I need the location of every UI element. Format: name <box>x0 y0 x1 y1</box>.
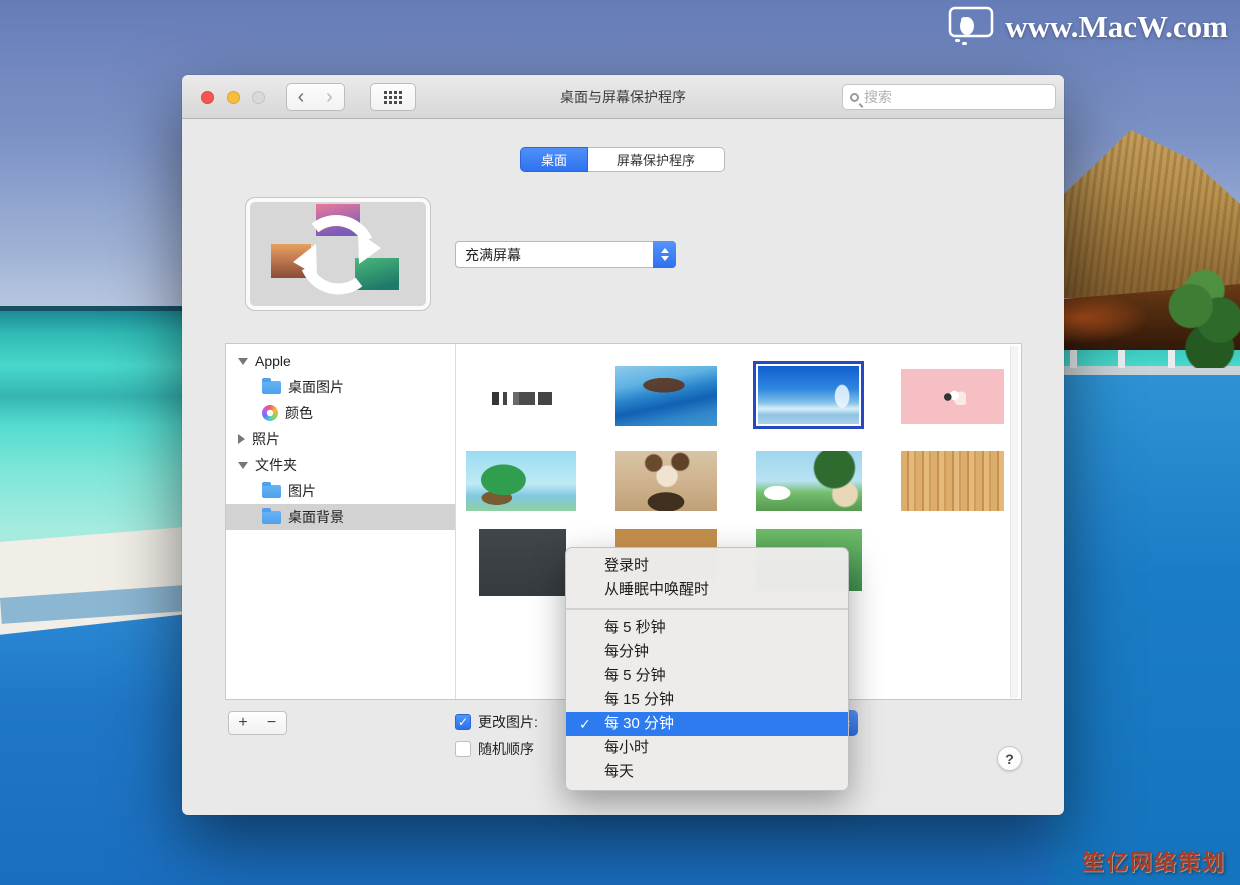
wallpaper-post <box>1118 348 1125 368</box>
sidebar-item-desktop-background[interactable]: 桌面背景 <box>226 504 455 530</box>
macw-logo-icon <box>947 6 995 48</box>
watermark-shengyi: 笙亿网络策划 <box>1082 845 1226 877</box>
sidebar-group-apple[interactable]: Apple <box>226 348 455 374</box>
tab-bar: 桌面 屏幕保护程序 <box>520 147 725 172</box>
forward-button[interactable]: › <box>315 83 345 111</box>
folder-icon <box>262 485 281 498</box>
change-picture-checkbox[interactable]: ✓ <box>455 714 471 730</box>
search-placeholder: 搜索 <box>864 87 892 107</box>
close-button[interactable] <box>201 91 214 104</box>
grid-icon <box>384 91 403 104</box>
remove-folder-button[interactable]: − <box>257 711 287 735</box>
folder-icon <box>262 511 281 524</box>
tab-desktop[interactable]: 桌面 <box>520 147 588 172</box>
thumbnail[interactable] <box>466 451 576 511</box>
tab-screensaver[interactable]: 屏幕保护程序 <box>588 147 725 172</box>
menu-item-1min[interactable]: 每分钟 <box>566 640 848 664</box>
thumbnail-logos <box>492 392 558 405</box>
source-sidebar: Apple 桌面图片 颜色 照片 文件夹 <box>226 344 456 699</box>
search-icon <box>850 93 859 102</box>
thumbnail[interactable] <box>901 451 1004 511</box>
menu-item-hour[interactable]: 每小时 <box>566 736 848 760</box>
change-picture-label: 更改图片: <box>478 712 538 732</box>
change-picture-row: ✓ 更改图片: <box>455 712 538 732</box>
add-folder-button[interactable]: + <box>228 711 258 735</box>
thumbnail[interactable] <box>615 366 717 426</box>
rotating-pictures-icon <box>263 202 413 306</box>
sidebar-item-desktop-pictures[interactable]: 桌面图片 <box>226 374 455 400</box>
watermark-macw: www.MacW.com <box>947 6 1228 48</box>
thumbnail[interactable] <box>756 451 862 511</box>
thumbnail[interactable] <box>901 369 1004 424</box>
sidebar-label: 桌面背景 <box>288 507 344 527</box>
wallpaper-lagoon <box>1050 370 1240 885</box>
menu-item-15min[interactable]: 每 15 分钟 <box>566 688 848 712</box>
grid-scrollbar[interactable] <box>1010 346 1018 698</box>
titlebar[interactable]: ‹ › 桌面与屏幕保护程序 搜索 <box>182 75 1064 119</box>
checkmark-icon: ✓ <box>458 715 468 729</box>
sidebar-label: 照片 <box>252 429 280 449</box>
menu-item-day[interactable]: 每天 <box>566 760 848 784</box>
sidebar-item-colors[interactable]: 颜色 <box>226 400 455 426</box>
menu-item-login[interactable]: 登录时 <box>566 554 848 578</box>
random-order-checkbox[interactable] <box>455 741 471 757</box>
sidebar-label: 桌面图片 <box>288 377 344 397</box>
sidebar-group-photos[interactable]: 照片 <box>226 426 455 452</box>
display-mode-value: 充满屏幕 <box>465 245 521 265</box>
thumbnail[interactable] <box>484 374 566 422</box>
menu-separator <box>566 608 848 610</box>
checkmark-icon: ✓ <box>579 712 591 736</box>
wallpaper-rotation-preview <box>245 197 431 311</box>
back-button[interactable]: ‹ <box>286 83 316 111</box>
thumbnail-glyph <box>940 389 966 405</box>
sidebar-group-folders[interactable]: 文件夹 <box>226 452 455 478</box>
disclosure-open-icon[interactable] <box>238 462 248 469</box>
thumbnail[interactable] <box>479 529 566 596</box>
menu-item-label: 每 30 分钟 <box>604 715 674 732</box>
chevron-down-icon <box>661 256 669 261</box>
color-wheel-icon <box>262 405 278 421</box>
watermark-macw-text: www.MacW.com <box>1005 9 1228 45</box>
search-field[interactable]: 搜索 <box>842 84 1056 110</box>
random-order-label: 随机顺序 <box>478 739 534 759</box>
random-order-row: 随机顺序 <box>455 739 534 759</box>
dropdown-stepper-icon <box>653 241 676 268</box>
minimize-button[interactable] <box>227 91 240 104</box>
disclosure-closed-icon[interactable] <box>238 434 245 444</box>
menu-item-30min-selected[interactable]: ✓ 每 30 分钟 <box>566 712 848 736</box>
sidebar-label: Apple <box>255 353 291 369</box>
menu-item-5min[interactable]: 每 5 分钟 <box>566 664 848 688</box>
menu-item-wake[interactable]: 从睡眠中唤醒时 <box>566 578 848 602</box>
zoom-button <box>252 91 265 104</box>
chevron-up-icon <box>661 248 669 253</box>
thumbnail[interactable] <box>615 451 717 511</box>
help-button[interactable]: ? <box>997 746 1022 771</box>
sidebar-label: 颜色 <box>285 403 313 423</box>
desktop-screen: www.MacW.com 笙亿网络策划 ‹ › 桌面与屏幕保护程序 <box>0 0 1240 885</box>
folder-icon <box>262 381 281 394</box>
sidebar-label: 图片 <box>288 481 316 501</box>
wallpaper-tree <box>1168 268 1240 368</box>
display-mode-dropdown[interactable]: 充满屏幕 <box>455 241 676 268</box>
sidebar-label: 文件夹 <box>255 455 297 475</box>
change-interval-menu: 登录时 从睡眠中唤醒时 每 5 秒钟 每分钟 每 5 分钟 每 15 分钟 ✓ … <box>565 547 849 791</box>
show-all-button[interactable] <box>370 83 416 111</box>
menu-item-5sec[interactable]: 每 5 秒钟 <box>566 616 848 640</box>
wallpaper-post <box>1070 348 1077 368</box>
disclosure-open-icon[interactable] <box>238 358 248 365</box>
sidebar-item-pictures[interactable]: 图片 <box>226 478 455 504</box>
thumbnail-selected[interactable] <box>753 361 864 429</box>
